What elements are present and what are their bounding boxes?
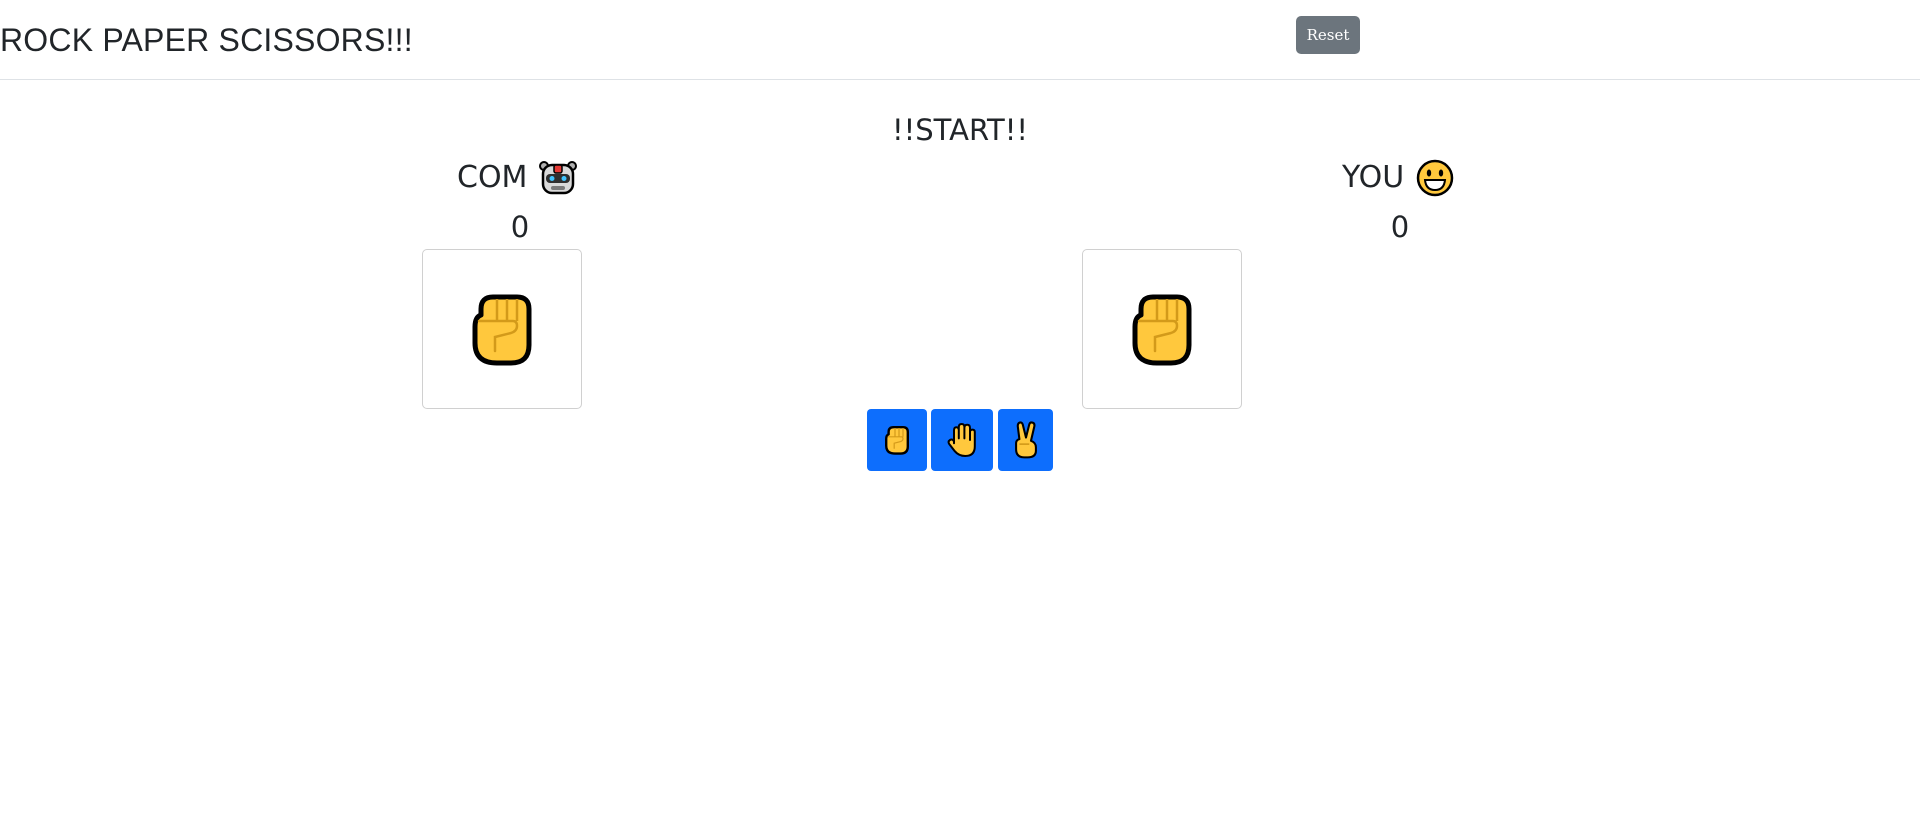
player-score: 0 [1390, 210, 1410, 244]
computer-hand-card [422, 249, 582, 409]
player-label: YOU [1342, 158, 1454, 198]
victory-hand-icon [1011, 421, 1041, 459]
player-label-text: YOU [1342, 160, 1405, 195]
game-status: !!START!! [892, 113, 1028, 147]
rock-fist-icon [467, 289, 537, 369]
rock-fist-icon [1127, 289, 1197, 369]
reset-button[interactable]: Reset [1296, 16, 1360, 54]
scissors-button[interactable] [998, 409, 1053, 471]
computer-label-text: COM [457, 160, 528, 195]
computer-score: 0 [510, 210, 530, 244]
rock-button[interactable] [867, 409, 927, 471]
player-hand-card [1082, 249, 1242, 409]
paper-button[interactable] [931, 409, 993, 471]
raised-fist-icon [883, 424, 911, 456]
computer-label: COM [457, 158, 578, 198]
robot-face-icon [539, 159, 578, 197]
raised-hand-icon [946, 422, 978, 458]
app-title: ROCK PAPER SCISSORS!!! [0, 22, 413, 58]
grinning-face-icon [1416, 159, 1454, 197]
header-bar: ROCK PAPER SCISSORS!!! Reset [0, 0, 1920, 80]
